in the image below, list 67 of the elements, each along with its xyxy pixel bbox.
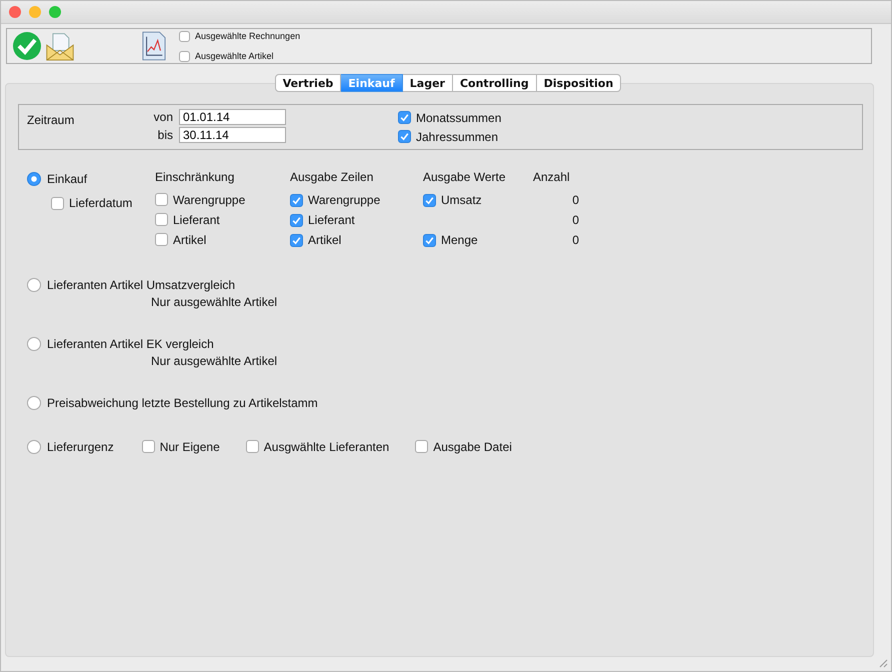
- checkbox[interactable]: [423, 234, 436, 246]
- radio-button[interactable]: [27, 337, 41, 351]
- checkbox-label: Ausgabe Datei: [433, 440, 512, 454]
- checkbox[interactable]: [290, 214, 303, 226]
- checkbox-label: Menge: [441, 233, 478, 247]
- period-label: Zeitraum: [27, 113, 76, 129]
- radio-label: Lieferanten Artikel Umsatzvergleich: [47, 278, 236, 292]
- count-value: 0: [572, 233, 579, 247]
- column-header: Ausgabe Werte: [423, 170, 506, 184]
- radio-label: Einkauf: [47, 172, 88, 186]
- close-button[interactable]: [9, 6, 21, 18]
- checkmark-icon[interactable]: [12, 31, 42, 61]
- checkbox-label: Warengruppe: [308, 193, 380, 207]
- chart-document-icon[interactable]: [142, 31, 166, 61]
- checkbox[interactable]: [142, 440, 155, 454]
- checkbox[interactable]: [246, 440, 259, 454]
- column-header: Ausgabe Zeilen: [290, 170, 374, 184]
- tab[interactable]: Controlling: [452, 74, 537, 92]
- checkbox-label: Umsatz: [441, 193, 482, 207]
- envelope-icon[interactable]: [45, 31, 75, 61]
- checkbox[interactable]: [398, 111, 411, 124]
- column-header: Anzahl: [533, 170, 571, 184]
- checkbox[interactable]: [398, 130, 411, 143]
- radio-label: Lieferurgenz: [47, 440, 114, 454]
- checkbox[interactable]: [423, 194, 436, 206]
- checkbox[interactable]: [179, 30, 190, 42]
- checkbox-label: Jahressummen: [416, 130, 498, 144]
- checkbox-label: Lieferant: [308, 213, 355, 227]
- radio-button[interactable]: [27, 278, 41, 292]
- radio-label: Preisabweichung letzte Bestellung zu Artikelstamm: [47, 396, 318, 410]
- checkbox-label: Artikel: [173, 232, 206, 247]
- radio-label: Lieferanten Artikel EK vergleich: [47, 337, 214, 351]
- checkbox-label: Ausgewählte Rechnungen: [195, 31, 300, 41]
- from-label: von: [152, 110, 174, 124]
- from-date-field[interactable]: 01.01.14: [179, 109, 286, 125]
- radio-button[interactable]: [27, 172, 41, 186]
- checkbox-label: Monatssummen: [416, 110, 502, 124]
- checkbox-label: Warengruppe: [173, 192, 246, 207]
- column-header: Einschränkung: [155, 170, 236, 184]
- to-label: bis: [156, 128, 174, 142]
- checkbox-label: Ausgwählte Lieferanten: [264, 440, 390, 454]
- radio-button[interactable]: [27, 396, 41, 410]
- checkbox-label: Ausgewählte Artikel: [195, 51, 274, 61]
- count-value: 0: [572, 213, 579, 227]
- count-value: 0: [572, 193, 579, 207]
- resize-grip-icon[interactable]: [878, 658, 888, 668]
- checkbox-label: Lieferdatum: [69, 196, 132, 210]
- tab[interactable]: Vertrieb: [274, 74, 342, 92]
- tab[interactable]: Disposition: [536, 74, 622, 92]
- zoom-button[interactable]: [49, 6, 61, 18]
- option-note: Nur ausgewählte Artikel: [151, 295, 278, 309]
- checkbox[interactable]: [415, 440, 428, 454]
- checkbox[interactable]: [290, 194, 303, 206]
- checkbox[interactable]: [155, 233, 168, 246]
- checkbox-label: Nur Eigene: [160, 440, 220, 454]
- checkbox-label: Artikel: [308, 233, 342, 247]
- tab[interactable]: Lager: [402, 74, 453, 92]
- to-date-field[interactable]: 30.11.14: [179, 127, 286, 143]
- checkbox[interactable]: [290, 234, 303, 246]
- option-note: Nur ausgewählte Artikel: [151, 354, 278, 368]
- checkbox-label: Lieferant: [173, 212, 220, 227]
- checkbox[interactable]: [179, 50, 190, 62]
- minimize-button[interactable]: [29, 6, 41, 18]
- radio-button[interactable]: [27, 440, 41, 454]
- checkbox[interactable]: [155, 193, 168, 206]
- checkbox[interactable]: [155, 213, 168, 226]
- checkbox[interactable]: [51, 196, 64, 210]
